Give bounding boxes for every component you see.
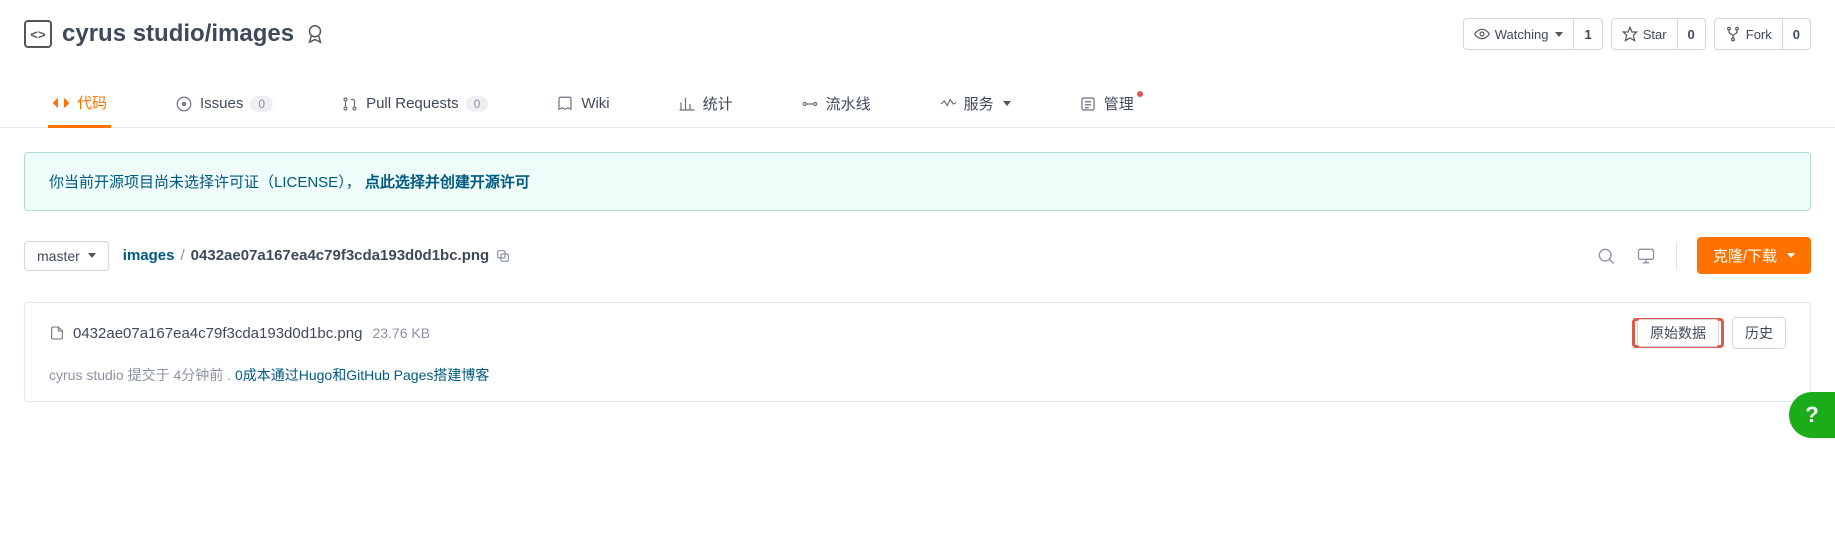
tab-code[interactable]: 代码 [48, 80, 111, 128]
divider [1676, 242, 1677, 270]
watch-group: Watching 1 [1463, 18, 1603, 50]
tab-wiki-label: Wiki [581, 95, 609, 112]
content-area: 你当前开源项目尚未选择许可证（LICENSE）， 点此选择并创建开源许可 mas… [0, 128, 1835, 426]
monitor-icon[interactable] [1636, 246, 1656, 266]
branch-selector[interactable]: master [24, 241, 109, 271]
tab-pipelines-label: 流水线 [826, 93, 871, 114]
tab-manage[interactable]: 管理 [1075, 81, 1151, 126]
file-toolbar: master images / 0432ae07a167ea4c79f3cda1… [24, 237, 1811, 274]
star-icon [1622, 26, 1638, 42]
repo-full-name[interactable]: cyrus studio/images [62, 20, 294, 48]
repo-action-buttons: Watching 1 Star 0 Fork 0 [1463, 18, 1811, 50]
star-group: Star 0 [1611, 18, 1706, 50]
notice-action: 点此选择并创建开源许可 [365, 174, 530, 191]
search-icon[interactable] [1596, 246, 1616, 266]
file-name: 0432ae07a167ea4c79f3cda193d0d1bc.png [73, 325, 362, 342]
copy-icon[interactable] [495, 248, 511, 264]
star-count[interactable]: 0 [1677, 19, 1705, 49]
breadcrumb-root[interactable]: images [123, 247, 175, 264]
raw-data-button[interactable]: 原始数据 [1637, 319, 1719, 347]
fork-icon [1725, 26, 1741, 42]
help-icon: ? [1805, 402, 1818, 428]
toolbar-right: 克隆/下载 [1596, 237, 1811, 274]
branch-name: master [37, 248, 80, 264]
commit-dot: . [227, 367, 231, 383]
fork-count[interactable]: 0 [1782, 19, 1810, 49]
file-panel: 0432ae07a167ea4c79f3cda193d0d1bc.png 23.… [24, 302, 1811, 402]
file-icon [49, 325, 65, 341]
tab-issues-count: 0 [250, 96, 273, 112]
award-icon [304, 23, 326, 45]
clone-download-button[interactable]: 克隆/下载 [1697, 237, 1811, 274]
tab-pr-label: Pull Requests [366, 95, 459, 112]
file-size: 23.76 KB [372, 325, 430, 341]
fork-label: Fork [1746, 27, 1772, 42]
tab-stats[interactable]: 统计 [674, 81, 737, 126]
help-fab[interactable]: ? [1789, 392, 1835, 438]
commit-info: cyrus studio 提交于 4分钟前 . 0成本通过Hugo和GitHub… [25, 355, 1810, 401]
tab-services[interactable]: 服务 [935, 81, 1015, 126]
star-button[interactable]: Star [1612, 19, 1677, 49]
chevron-down-icon [88, 253, 96, 258]
history-button[interactable]: 历史 [1732, 317, 1786, 349]
watch-label: Watching [1495, 27, 1549, 42]
watch-count[interactable]: 1 [1573, 19, 1601, 49]
repo-tabs: 代码 Issues 0 Pull Requests 0 Wiki 统计 流水线 … [0, 80, 1835, 128]
clone-label: 克隆/下载 [1713, 245, 1777, 266]
fork-group: Fork 0 [1714, 18, 1811, 50]
breadcrumb-sep: / [181, 247, 185, 264]
tab-issues[interactable]: Issues 0 [171, 83, 277, 125]
eye-icon [1474, 26, 1490, 42]
notification-dot-icon [1137, 91, 1143, 97]
tab-wiki[interactable]: Wiki [552, 83, 613, 125]
repo-header: <> cyrus studio/images Watching 1 Star 0 [0, 0, 1835, 50]
license-notice[interactable]: 你当前开源项目尚未选择许可证（LICENSE）， 点此选择并创建开源许可 [24, 152, 1811, 211]
fork-button[interactable]: Fork [1715, 19, 1782, 49]
breadcrumb: images / 0432ae07a167ea4c79f3cda193d0d1b… [123, 247, 511, 264]
repo-icon: <> [24, 20, 52, 48]
tab-pipelines[interactable]: 流水线 [797, 81, 875, 126]
star-label: Star [1643, 27, 1667, 42]
chevron-down-icon [1003, 101, 1011, 106]
tab-issues-label: Issues [200, 95, 243, 112]
tab-pr-count: 0 [466, 96, 489, 112]
repo-title-group: <> cyrus studio/images [24, 20, 326, 48]
tab-services-label: 服务 [964, 93, 994, 114]
tab-manage-label: 管理 [1104, 93, 1134, 114]
commit-time: 4分钟前 [173, 367, 223, 383]
notice-prefix: 你当前开源项目尚未选择许可证（LICENSE）， [49, 174, 361, 191]
chevron-down-icon [1555, 32, 1563, 37]
watch-button[interactable]: Watching [1464, 19, 1574, 49]
file-actions: 原始数据 历史 [1632, 317, 1786, 349]
commit-author[interactable]: cyrus studio [49, 367, 124, 383]
commit-message[interactable]: 0成本通过Hugo和GitHub Pages搭建博客 [235, 367, 489, 383]
commit-verb: 提交于 [128, 367, 170, 383]
chevron-down-icon [1787, 253, 1795, 258]
raw-data-highlight: 原始数据 [1632, 318, 1724, 348]
tab-code-label: 代码 [77, 92, 107, 113]
tab-stats-label: 统计 [703, 93, 733, 114]
file-header: 0432ae07a167ea4c79f3cda193d0d1bc.png 23.… [25, 303, 1810, 355]
breadcrumb-file: 0432ae07a167ea4c79f3cda193d0d1bc.png [191, 247, 490, 264]
tab-pull-requests[interactable]: Pull Requests 0 [337, 83, 492, 125]
